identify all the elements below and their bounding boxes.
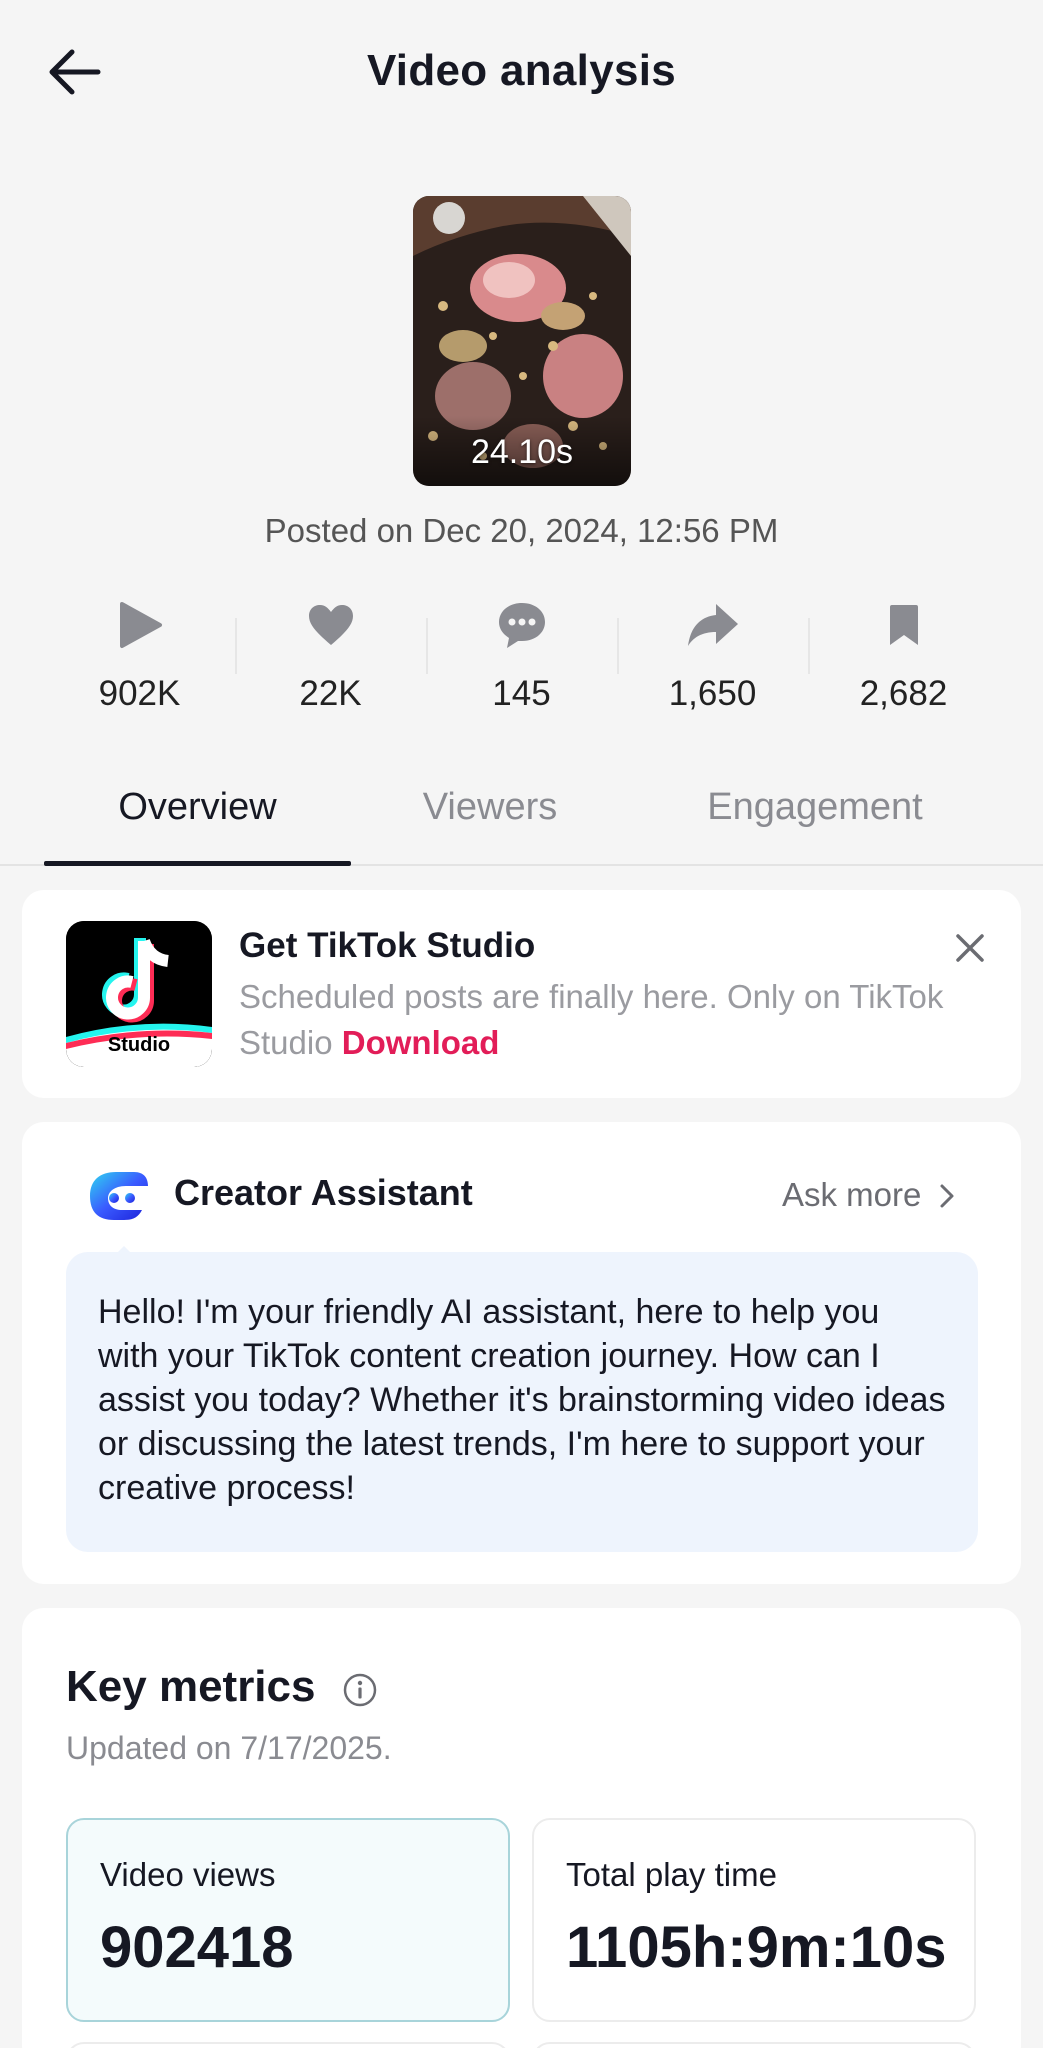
metric-label: Video views (100, 1856, 276, 1893)
metrics-updated-date: Updated on 7/17/2025. (66, 1730, 392, 1766)
heart-icon (308, 605, 353, 645)
posted-date: Posted on Dec 20, 2024, 12:56 PM (264, 512, 779, 549)
studio-banner[interactable]: Studio Get TikTok Studio Scheduled posts… (22, 890, 1021, 1098)
chevron-right-icon (940, 1184, 954, 1208)
download-link[interactable]: Download (342, 1024, 500, 1061)
video-thumbnail[interactable]: 24.10s (413, 196, 631, 486)
metric-value: 902418 (100, 1915, 294, 1980)
stat-likes-value: 22K (299, 674, 362, 713)
video-duration: 24.10s (470, 433, 574, 471)
ask-more-label: Ask more (782, 1176, 922, 1213)
tiktok-studio-logo: Studio (66, 921, 212, 1067)
studio-description: Scheduled posts are finally here. Only o… (239, 974, 959, 1066)
stat-saves: 2,682 (808, 590, 999, 730)
metric-video-views[interactable]: Video views 902418 (66, 1818, 510, 2022)
assistant-message: Hello! I'm your friendly AI assistant, h… (66, 1252, 978, 1552)
metric-value: 1105h:9m:10s (566, 1915, 947, 1980)
tab-overview[interactable]: Overview (44, 786, 351, 829)
studio-logo-label: Studio (107, 1034, 171, 1056)
ask-more-link[interactable]: Ask more (782, 1176, 957, 1214)
creator-assistant-card: Creator Assistant Ask more Hello! I'm yo… (22, 1122, 1021, 1584)
metric-label: Total play time (566, 1856, 777, 1893)
stat-likes: 22K (235, 590, 426, 730)
assistant-title: Creator Assistant (174, 1172, 473, 1213)
close-banner-button[interactable] (950, 928, 990, 968)
stat-views-value: 902K (98, 674, 181, 713)
stat-comments: 145 (426, 590, 617, 730)
play-icon (119, 602, 162, 648)
video-analysis-screen: Video analysis 24.10s Posted on Dec 20, … (0, 0, 1043, 2048)
tab-engagement[interactable]: Engagement (660, 786, 970, 829)
header: Video analysis (0, 0, 1043, 150)
bookmark-icon (889, 605, 918, 645)
info-icon[interactable] (342, 1672, 378, 1708)
close-icon (956, 934, 984, 962)
metric-total-play-time[interactable]: Total play time 1105h:9m:10s (532, 1818, 976, 2022)
stat-shares-value: 1,650 (668, 674, 757, 713)
share-icon (687, 604, 738, 646)
stat-shares: 1,650 (617, 590, 808, 730)
studio-title: Get TikTok Studio (239, 926, 536, 965)
key-metrics-card: Key metrics Updated on 7/17/2025. Video … (22, 1608, 1021, 2048)
metrics-title: Key metrics (66, 1662, 316, 1711)
stat-views: 902K (44, 590, 235, 730)
metric-box-next[interactable] (66, 2042, 510, 2048)
active-tab-indicator (44, 861, 351, 866)
stat-comments-value: 145 (492, 674, 551, 713)
creator-assistant-icon (90, 1172, 148, 1220)
stat-saves-value: 2,682 (859, 674, 948, 713)
page-title: Video analysis (366, 46, 677, 95)
stats-row: 902K 22K 145 1,650 2,682 (44, 590, 999, 730)
tab-bar: Overview Viewers Engagement (0, 772, 1043, 866)
comment-icon (498, 603, 545, 648)
tab-viewers[interactable]: Viewers (380, 786, 600, 829)
metric-box-next[interactable] (532, 2042, 976, 2048)
